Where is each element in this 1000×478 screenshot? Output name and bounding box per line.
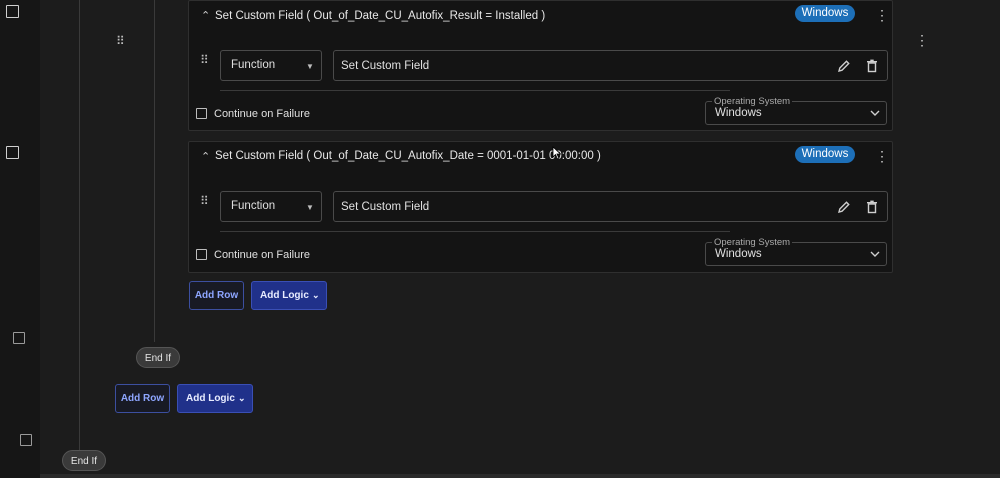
row-select-checkbox[interactable] — [6, 146, 19, 159]
drag-handle-icon[interactable]: ⠿ — [200, 54, 209, 66]
row-select-checkbox[interactable] — [13, 332, 25, 344]
more-options-icon[interactable]: ⋮ — [915, 33, 929, 47]
add-row-button[interactable]: Add Row — [115, 384, 170, 413]
os-badge: Windows — [795, 146, 855, 163]
chevron-down-icon: ⌄ — [312, 290, 320, 300]
trash-icon[interactable] — [866, 200, 878, 214]
card-title: Set Custom Field ( Out_of_Date_CU_Autofi… — [215, 150, 601, 162]
type-select[interactable]: Function ▼ — [220, 191, 322, 222]
action-field-value: Set Custom Field — [341, 201, 430, 213]
action-field-value: Set Custom Field — [341, 60, 430, 72]
continue-on-failure-checkbox[interactable] — [196, 249, 207, 260]
add-logic-button[interactable]: Add Logic ⌄ — [251, 281, 327, 310]
more-options-icon[interactable]: ⋮ — [875, 149, 889, 163]
row-divider — [220, 231, 730, 232]
continue-on-failure-label: Continue on Failure — [214, 249, 311, 261]
mouse-cursor-icon — [552, 146, 562, 160]
add-row-button[interactable]: Add Row — [189, 281, 244, 310]
outer-branch-line — [79, 0, 80, 452]
end-if-marker: End If — [62, 450, 106, 471]
end-if-marker: End If — [136, 347, 180, 368]
card-title: Set Custom Field ( Out_of_Date_CU_Autofi… — [215, 10, 546, 22]
chevron-down-icon: ▼ — [306, 62, 314, 71]
operating-system-value: Windows — [715, 248, 762, 260]
operating-system-value: Windows — [715, 107, 762, 119]
action-card: ⌃ Set Custom Field ( Out_of_Date_CU_Auto… — [188, 141, 893, 273]
more-options-icon[interactable]: ⋮ — [875, 8, 889, 22]
add-logic-button[interactable]: Add Logic ⌄ — [177, 384, 253, 413]
row-divider — [220, 90, 730, 91]
canvas-bottom-border — [40, 474, 1000, 478]
chevron-down-icon: ⌄ — [238, 393, 246, 403]
pencil-icon[interactable] — [837, 200, 851, 214]
card-header[interactable]: ⌃ Set Custom Field ( Out_of_Date_CU_Auto… — [201, 9, 601, 25]
operating-system-label: Operating System — [712, 237, 793, 248]
row-select-checkbox[interactable] — [6, 5, 19, 18]
continue-on-failure-checkbox[interactable] — [196, 108, 207, 119]
add-logic-label: Add Logic — [186, 393, 235, 404]
add-logic-label: Add Logic — [260, 290, 309, 301]
action-field[interactable]: Set Custom Field — [333, 191, 888, 222]
type-select[interactable]: Function ▼ — [220, 50, 322, 81]
chevron-down-icon — [870, 110, 880, 116]
chevron-down-icon: ▼ — [306, 203, 314, 212]
drag-handle-icon[interactable]: ⠿ — [116, 35, 125, 47]
operating-system-label: Operating System — [712, 96, 793, 107]
type-select-value: Function — [231, 200, 276, 212]
card-header[interactable]: ⌃ Set Custom Field ( Out_of_Date_CU_Auto… — [201, 150, 601, 166]
operating-system-select[interactable]: Operating System Windows — [705, 96, 887, 125]
operating-system-select[interactable]: Operating System Windows — [705, 237, 887, 266]
action-card: ⌃ Set Custom Field ( Out_of_Date_CU_Auto… — [188, 0, 893, 131]
chevron-up-icon[interactable]: ⌃ — [201, 9, 210, 22]
action-field[interactable]: Set Custom Field — [333, 50, 888, 81]
continue-on-failure-label: Continue on Failure — [214, 108, 311, 120]
left-gutter — [0, 0, 40, 478]
row-select-checkbox[interactable] — [20, 434, 32, 446]
drag-handle-icon[interactable]: ⠿ — [200, 195, 209, 207]
chevron-down-icon — [870, 251, 880, 257]
type-select-value: Function — [231, 59, 276, 71]
chevron-up-icon[interactable]: ⌃ — [201, 150, 210, 163]
inner-branch-line — [154, 0, 155, 342]
pencil-icon[interactable] — [837, 59, 851, 73]
trash-icon[interactable] — [866, 59, 878, 73]
os-badge: Windows — [795, 5, 855, 22]
